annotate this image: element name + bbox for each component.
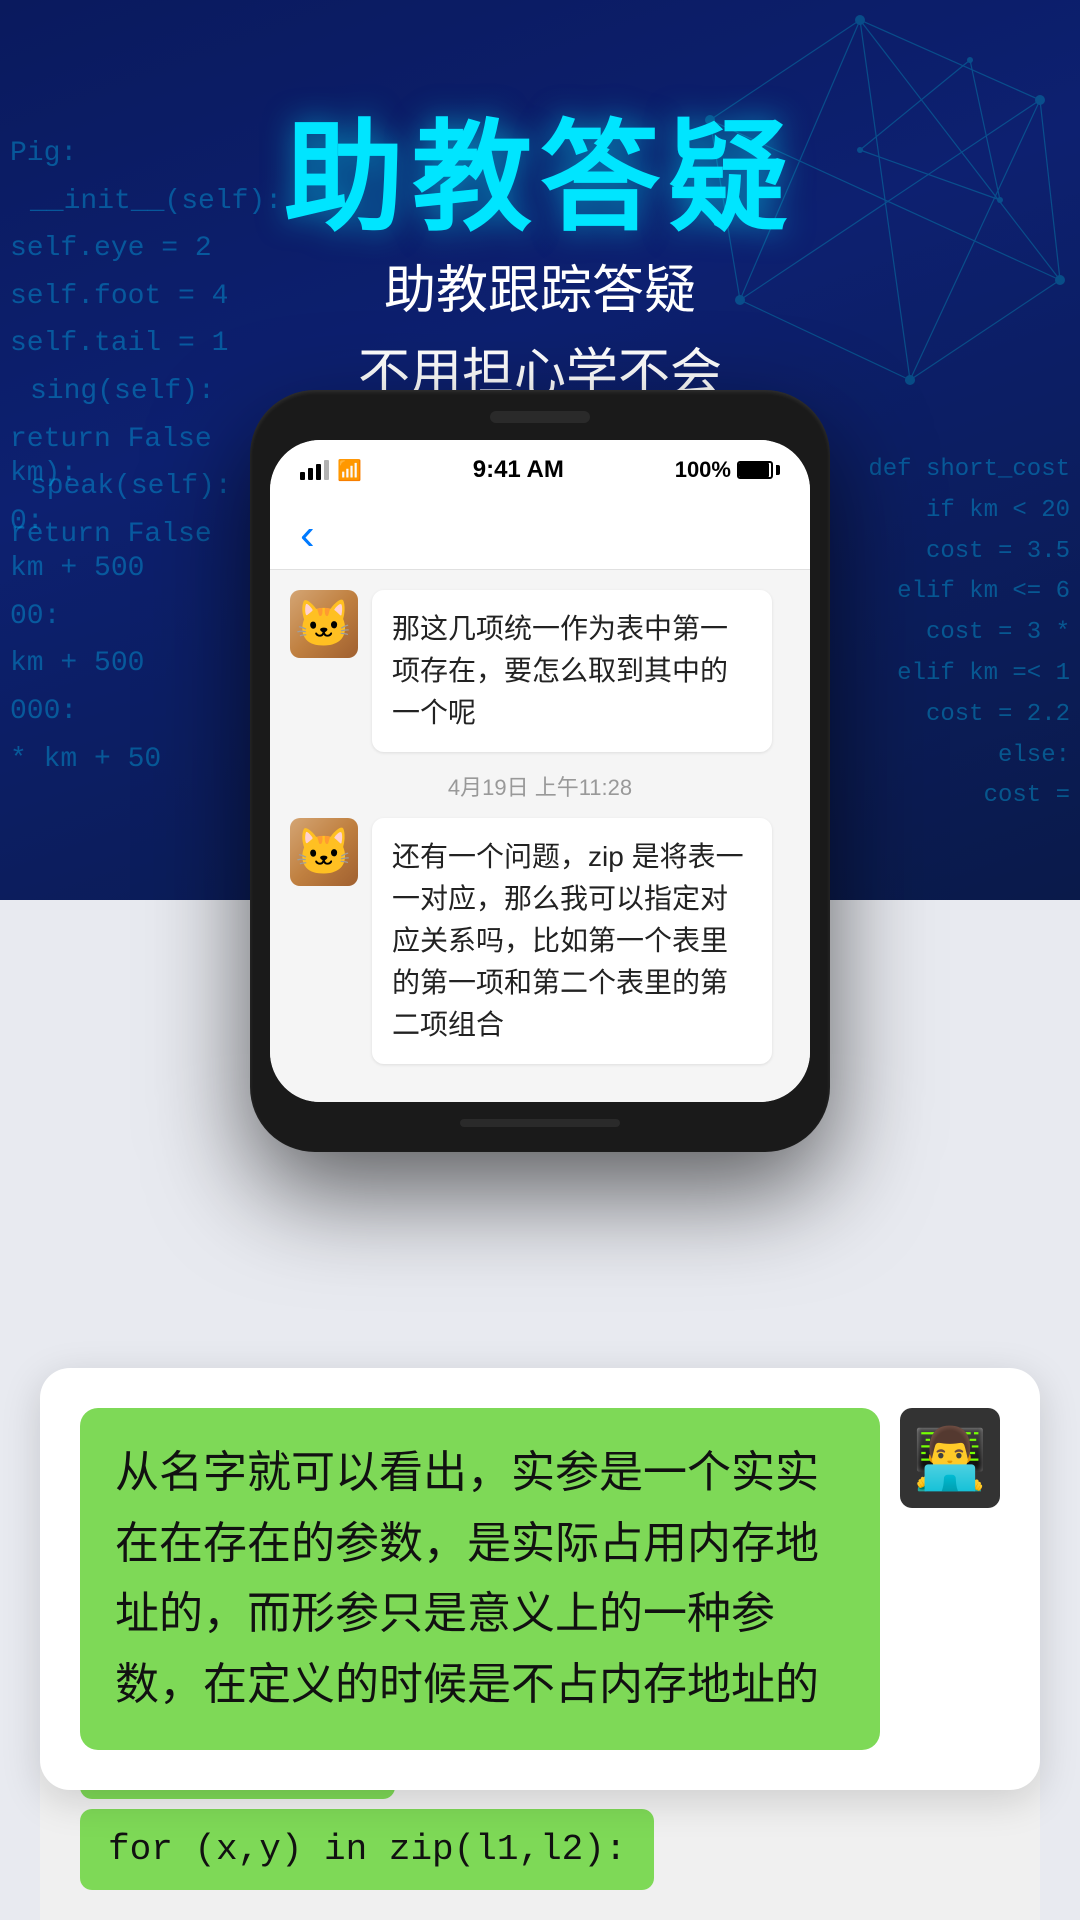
- teacher-response-content: 从名字就可以看出，实参是一个实实在在存在的参数，是实际占用内存地址的，而形参只是…: [80, 1408, 1000, 1750]
- teacher-avatar: 👨‍💻: [900, 1408, 1000, 1508]
- chat-area: 那这几项统一作为表中第一项存在，要怎么取到其中的一个呢 4月19日 上午11:2…: [270, 570, 810, 1102]
- code-bubble-2: for (x,y) in zip(l1,l2):: [80, 1809, 654, 1890]
- signal-bars-icon: [300, 460, 329, 480]
- back-button[interactable]: ‹: [290, 510, 325, 560]
- phone-mockup: 📶 9:41 AM 100% ‹: [250, 390, 830, 1152]
- phone-screen: 📶 9:41 AM 100% ‹: [270, 440, 810, 1102]
- teacher-message-bubble: 从名字就可以看出，实参是一个实实在在存在的参数，是实际占用内存地址的，而形参只是…: [80, 1408, 880, 1750]
- status-battery: 100%: [675, 457, 780, 483]
- user-avatar-1: [290, 590, 358, 658]
- main-title: 助教答疑: [0, 80, 1080, 254]
- battery-percent: 100%: [675, 457, 731, 483]
- time-divider: 4月19日 上午11:28: [290, 770, 790, 802]
- teacher-response-card: 从名字就可以看出，实参是一个实实在在存在的参数，是实际占用内存地址的，而形参只是…: [40, 1368, 1040, 1790]
- status-signal: 📶: [300, 458, 362, 483]
- nav-bar: ‹: [270, 500, 810, 570]
- user-avatar-2: [290, 818, 358, 886]
- message-row-1: 那这几项统一作为表中第一项存在，要怎么取到其中的一个呢: [290, 590, 790, 752]
- message-row-2: 还有一个问题，zip 是将表一一对应，那么我可以指定对应关系吗，比如第一个表里的…: [290, 818, 790, 1064]
- message-bubble-1: 那这几项统一作为表中第一项存在，要怎么取到其中的一个呢: [372, 590, 772, 752]
- status-time: 9:41 AM: [473, 456, 564, 484]
- phone-outer-shell: 📶 9:41 AM 100% ‹: [250, 390, 830, 1152]
- wifi-icon: 📶: [337, 458, 362, 483]
- status-bar: 📶 9:41 AM 100%: [270, 440, 810, 500]
- battery-icon: [737, 461, 780, 479]
- message-bubble-2: 还有一个问题，zip 是将表一一对应，那么我可以指定对应关系吗，比如第一个表里的…: [372, 818, 772, 1064]
